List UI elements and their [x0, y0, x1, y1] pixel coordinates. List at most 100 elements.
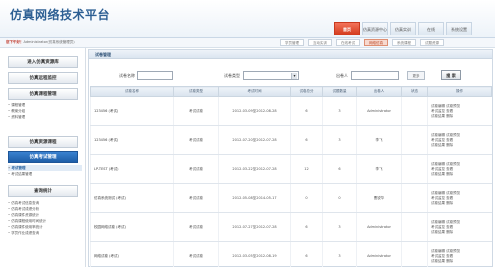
col-total-score[interactable]: 试卷总分	[290, 86, 323, 97]
col-question-count[interactable]: 试题数量	[322, 86, 357, 97]
cell-paper-type: 考试试卷	[173, 212, 219, 242]
subtab-courses[interactable]: 系统课程	[392, 39, 416, 46]
nav-settings[interactable]: 系统设置	[446, 22, 472, 35]
action-links[interactable]: 试卷结果 删除	[431, 230, 492, 235]
sidebar-item-homework-query[interactable]: 学员作业成绩查询	[8, 230, 82, 236]
nav-home[interactable]: 首页	[334, 22, 360, 35]
subtab-network-sim[interactable]: 网络仿真	[364, 39, 388, 46]
col-actions: 操作	[427, 86, 492, 97]
paper-type-select[interactable]: ▾	[243, 71, 299, 80]
cell-exam-time: 2012-07-20至2012-07-28	[218, 125, 291, 155]
table-row: 仿真系统测试 (考试) 考试试卷 2012-05-08至2014-05-17 0…	[90, 183, 492, 213]
cell-actions: 试卷编辑 试卷预览 考试监控 查看 试卷结果 删除	[427, 125, 492, 155]
welcome-greeting: 您下午好！	[6, 40, 24, 44]
table-row: 123456 (考试) 考试试卷 2012-03-09至2012-08-28 6…	[90, 96, 492, 126]
sidebar-resource-library[interactable]: 进入仿真资源库	[8, 56, 78, 68]
chevron-down-icon: ▾	[291, 73, 297, 79]
cell-actions: 试卷编辑 试卷预览 考试监控 查看 试卷结果 删除	[427, 96, 492, 126]
cell-exam-time: 2012-07-27至2012-07-28	[218, 212, 291, 242]
app-logo: 仿真网络技术平台	[10, 8, 111, 22]
sidebar-exam-submenu: 考试管理 考试结果管理	[8, 165, 82, 177]
cell-question-count: 3	[322, 125, 357, 155]
col-author[interactable]: 出卷人	[356, 86, 402, 97]
cell-exam-time: 2012-03-22至2012-07-28	[218, 154, 291, 184]
app-header: 仿真网络技术平台 首页 仿真资源中心 仿真实训 在线 系统设置	[0, 0, 495, 38]
cell-author: Administrator	[356, 96, 402, 126]
subtab-students[interactable]: 学员管理	[280, 39, 304, 46]
cell-total-score: 12	[290, 154, 323, 184]
cell-question-count: 3	[322, 241, 357, 267]
action-links[interactable]: 试卷结果 删除	[431, 143, 492, 148]
cell-paper-type: 考试试卷	[173, 183, 219, 213]
nav-resource-center[interactable]: 仿真资源中心	[362, 22, 388, 35]
cell-question-count: 6	[322, 154, 357, 184]
action-links[interactable]: 试卷结果 删除	[431, 172, 492, 177]
sidebar-item-materials[interactable]: 资料管理	[8, 114, 82, 120]
subbar: 您下午好！Administrator(仿真系统管理员) 学员管理 互动实训 在线…	[0, 38, 495, 48]
action-links[interactable]: 试卷结果 删除	[431, 114, 492, 119]
cell-status	[401, 183, 428, 213]
cell-total-score: 0	[290, 183, 323, 213]
cell-status	[401, 125, 428, 155]
cell-paper-name: 校园网络试卷 (考试)	[90, 212, 174, 242]
author-input[interactable]	[351, 71, 399, 80]
cell-actions: 试卷编辑 试卷预览 考试监控 查看 试卷结果 删除	[427, 154, 492, 184]
cell-paper-name: 仿真系统测试 (考试)	[90, 183, 174, 213]
filter-bar: 试卷名称 试卷类型 ▾ 出卷人 更多 搜 索	[89, 67, 492, 83]
cell-question-count: 0	[322, 183, 357, 213]
sidebar-course-submenu: 课程管理 教案分组 资料管理	[8, 102, 82, 120]
action-links[interactable]: 试卷结果 删除	[431, 201, 492, 206]
cell-total-score: 6	[290, 125, 323, 155]
subtab-interactive[interactable]: 互动实训	[308, 39, 332, 46]
cell-exam-time: 2012-05-08至2014-05-17	[218, 183, 291, 213]
subtab-exam[interactable]: 在线考试	[336, 39, 360, 46]
cell-paper-type: 考试试卷	[173, 125, 219, 155]
cell-status	[401, 241, 428, 267]
nav-practice[interactable]: 仿真实训	[390, 22, 416, 35]
sidebar: 进入仿真资源库 仿真远程监控 仿真课程管理 课程管理 教案分组 资料管理 仿真资…	[0, 48, 86, 267]
cell-paper-type: 考试试卷	[173, 154, 219, 184]
cell-paper-type: 考试试卷	[173, 96, 219, 126]
sidebar-remote-monitor[interactable]: 仿真远程监控	[8, 72, 78, 84]
sidebar-exam-management[interactable]: 仿真考试管理	[8, 151, 78, 163]
col-status[interactable]: 状态	[401, 86, 428, 97]
cell-status	[401, 212, 428, 242]
cell-paper-type: 考试试卷	[173, 241, 219, 267]
action-links[interactable]: 试卷结果 删除	[431, 259, 492, 264]
col-paper-type[interactable]: 试卷类型	[173, 86, 219, 97]
main-panel: 试卷管理 试卷名称 试卷类型 ▾ 出卷人 更多 搜 索 试卷名称 试卷类型 考试…	[88, 49, 493, 267]
cell-status	[401, 96, 428, 126]
paper-name-input[interactable]	[137, 71, 173, 80]
cell-paper-name: LP-TEST (考试)	[90, 154, 174, 184]
more-button[interactable]: 更多	[407, 71, 425, 80]
subtab-questions[interactable]: 试题资源	[420, 39, 444, 46]
sidebar-resource-course[interactable]: 仿真资源课程	[8, 136, 78, 148]
cell-paper-name: 网络试卷 (考试)	[90, 241, 174, 267]
search-button[interactable]: 搜 索	[441, 70, 461, 80]
col-exam-time[interactable]: 考试时间	[218, 86, 291, 97]
cell-paper-name: 123456 (考试)	[90, 125, 174, 155]
sidebar-course-management[interactable]: 仿真课程管理	[8, 88, 78, 100]
cell-total-score: 6	[290, 96, 323, 126]
table-row: LP-TEST (考试) 考试试卷 2012-03-22至2012-07-28 …	[90, 154, 492, 184]
cell-total-score: 6	[290, 241, 323, 267]
top-nav: 首页 仿真资源中心 仿真实训 在线 系统设置	[334, 22, 474, 35]
exam-paper-table: 试卷名称 试卷类型 考试时间 试卷总分 试题数量 出卷人 状态 操作 12345…	[90, 86, 492, 267]
col-paper-name[interactable]: 试卷名称	[90, 86, 174, 97]
panel-title: 试卷管理	[89, 50, 492, 59]
cell-author: 李飞	[356, 154, 402, 184]
cell-actions: 试卷编辑 试卷预览 考试监控 查看 试卷结果 删除	[427, 183, 492, 213]
table-header-row: 试卷名称 试卷类型 考试时间 试卷总分 试题数量 出卷人 状态 操作	[90, 86, 492, 97]
paper-name-label: 试卷名称	[119, 73, 135, 78]
cell-actions: 试卷编辑 试卷预览 考试监控 查看 试卷结果 删除	[427, 212, 492, 242]
table-row: 网络试卷 (考试) 考试试卷 2012-03-05至2012-08-19 6 3…	[90, 241, 492, 267]
sidebar-item-exam-results[interactable]: 考试结果管理	[8, 171, 82, 177]
author-label: 出卷人	[336, 73, 348, 78]
nav-online[interactable]: 在线	[418, 22, 444, 35]
sidebar-statistics[interactable]: 查询统计	[8, 185, 78, 197]
cell-author: Administrator	[356, 241, 402, 267]
cell-author: 李飞	[356, 125, 402, 155]
cell-status	[401, 154, 428, 184]
cell-exam-time: 2012-03-05至2012-08-19	[218, 241, 291, 267]
sub-tabs: 学员管理 互动实训 在线考试 网络仿真 系统课程 试题资源	[280, 39, 448, 46]
